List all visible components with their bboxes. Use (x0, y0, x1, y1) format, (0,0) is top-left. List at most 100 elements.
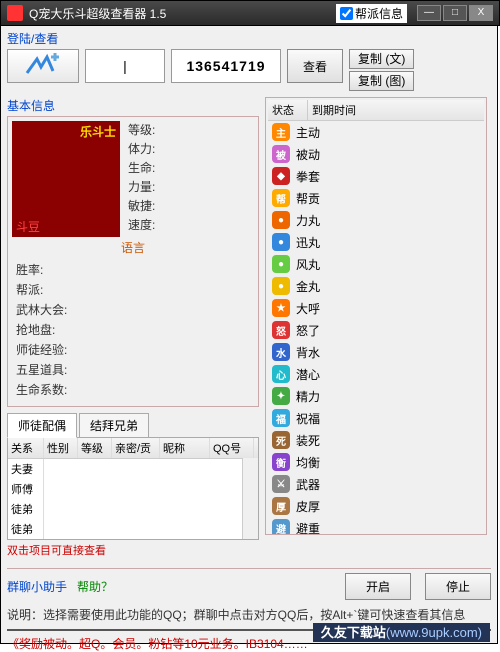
status-icon: ● (272, 233, 290, 251)
separator (7, 568, 491, 569)
table-row[interactable]: 师傅 (8, 479, 258, 499)
maximize-button[interactable]: □ (443, 5, 467, 21)
double-click-hint: 双击项目可直接查看 (7, 542, 259, 558)
basic-info-panel: 乐斗士 斗豆 等级: 体力: 生命: 力量: 敏捷: 速度: 语言 胜率: (7, 116, 259, 407)
field-hpcoef: 生命系数: (16, 380, 250, 400)
avatar-button[interactable] (7, 49, 79, 83)
table-row[interactable]: 夫妻 (8, 459, 258, 479)
gang-info-checkbox[interactable]: 帮派信息 (336, 4, 407, 23)
status-icon: 帮 (272, 189, 290, 207)
table-row[interactable]: 徒弟 (8, 519, 258, 539)
status-label: 主动 (296, 124, 320, 141)
qq-input-1[interactable] (85, 49, 165, 83)
stat-str: 力量: (128, 178, 155, 197)
status-header: 状态 到期时间 (268, 100, 484, 121)
table-scrollbar[interactable] (242, 458, 258, 539)
helper-label: 群聊小助手 (7, 578, 67, 595)
start-button[interactable]: 开启 (345, 573, 411, 600)
character-portrait: 乐斗士 斗豆 (12, 121, 120, 237)
status-item[interactable]: 帮帮贡 (268, 187, 484, 209)
status-panel: 状态 到期时间 主主动被被动◆拳套帮帮贡●力丸●迅丸●风丸●金丸★大呼怒怒了水背… (265, 97, 487, 535)
status-label: 迅丸 (296, 234, 320, 251)
field-fivestar: 五星道具: (16, 360, 250, 380)
help-link[interactable]: 帮助？ (77, 578, 113, 595)
status-label: 被动 (296, 146, 320, 163)
qq-input-2[interactable] (171, 49, 281, 83)
status-label: 帮贡 (296, 190, 320, 207)
stop-button[interactable]: 停止 (425, 573, 491, 600)
status-label: 均衡 (296, 454, 320, 471)
tab-mentor-spouse[interactable]: 师徒配偶 (7, 413, 77, 438)
status-item[interactable]: ● 迅丸 (268, 231, 484, 253)
status-icon: ⚔ (272, 475, 290, 493)
status-label: 祝福 (296, 410, 320, 427)
status-item[interactable]: ●金丸 (268, 275, 484, 297)
status-icon: ● (272, 277, 290, 295)
status-item[interactable]: ●力丸 (268, 209, 484, 231)
field-winrate: 胜率: (16, 260, 250, 280)
status-item[interactable]: 主主动 (268, 121, 484, 143)
status-label: 拳套 (296, 168, 320, 185)
top-row: 查看 复制 (文) 复制 (图) (7, 49, 491, 91)
status-label: 怒了 (296, 322, 320, 339)
status-item[interactable]: 怒怒了 (268, 319, 484, 341)
basic-info-label: 基本信息 (7, 97, 259, 114)
helper-row: 群聊小助手 帮助？ 开启 停止 (7, 573, 491, 600)
login-section-label: 登陆/查看 (7, 30, 491, 47)
status-icon: 死 (272, 431, 290, 449)
copy-image-button[interactable]: 复制 (图) (349, 71, 414, 91)
content-area: 登陆/查看 查看 复制 (文) 复制 (图) 基本信息 乐斗士 斗豆 等级: (0, 26, 498, 644)
status-item[interactable]: 水背水 (268, 341, 484, 363)
status-label: 背水 (296, 344, 320, 361)
status-item[interactable]: ✦精力 (268, 385, 484, 407)
status-item[interactable]: 避避重 (268, 517, 484, 535)
status-icon: ★ (272, 299, 290, 317)
relation-tabs: 师徒配偶 结拜兄弟 (7, 413, 259, 438)
status-item[interactable]: 心潜心 (268, 363, 484, 385)
portrait-sub: 斗豆 (16, 218, 40, 235)
status-icon: 被 (272, 145, 290, 163)
status-item[interactable]: 被被动 (268, 143, 484, 165)
status-label: 装死 (296, 432, 320, 449)
status-icon: 厚 (272, 497, 290, 515)
window-title: Q宠大乐斗超级查看器 1.5 (29, 5, 336, 22)
site-link[interactable]: 久友下载站(www.9upk.com) (313, 623, 490, 642)
status-item[interactable]: ◆拳套 (268, 165, 484, 187)
field-turf: 抢地盘: (16, 320, 250, 340)
stat-agi: 敏捷: (128, 197, 155, 216)
stat-stamina: 体力: (128, 140, 155, 159)
status-item[interactable]: 厚皮厚 (268, 495, 484, 517)
status-icon: 水 (272, 343, 290, 361)
view-button[interactable]: 查看 (287, 49, 343, 83)
status-item[interactable]: 福祝福 (268, 407, 484, 429)
status-icon: 衡 (272, 453, 290, 471)
status-label: 风丸 (296, 256, 320, 273)
site-link-wrap: 久友下载站(www.9upk.com) (313, 622, 490, 641)
status-item[interactable]: ★ 大呼 (268, 297, 484, 319)
stat-hp: 生命: (128, 159, 155, 178)
status-icon: 福 (272, 409, 290, 427)
field-gang: 帮派: (16, 280, 250, 300)
field-wulin: 武林大会: (16, 300, 250, 320)
main-area: 基本信息 乐斗士 斗豆 等级: 体力: 生命: 力量: 敏捷: 速度: (7, 97, 491, 564)
status-icon: 避 (272, 519, 290, 535)
status-item[interactable]: ●风丸 (268, 253, 484, 275)
titlebar: Q宠大乐斗超级查看器 1.5 帮派信息 — □ X (0, 0, 500, 26)
table-row[interactable]: 徒弟 (8, 499, 258, 519)
status-label: 大呼 (296, 300, 320, 317)
status-label: 皮厚 (296, 498, 320, 515)
relation-header: 关系 性别 等级 亲密/贡 昵称 QQ号 (8, 438, 258, 459)
status-item[interactable]: ⚔武器 (268, 473, 484, 495)
language-label: 语言 (12, 239, 254, 256)
stat-level: 等级: (128, 121, 155, 140)
tab-sworn-brothers[interactable]: 结拜兄弟 (79, 413, 149, 437)
close-button[interactable]: X (469, 5, 493, 21)
helper-description: 说明：选择需要使用此功能的QQ；群聊中点击对方QQ后，按Alt+`键可快速查看其… (7, 606, 491, 623)
status-item[interactable]: 死装死 (268, 429, 484, 451)
copy-text-button[interactable]: 复制 (文) (349, 49, 414, 69)
relation-table: 关系 性别 等级 亲密/贡 昵称 QQ号 夫妻 师傅 徒弟 徒弟 (7, 438, 259, 540)
gang-info-check[interactable] (340, 7, 353, 20)
info-list: 胜率: 帮派: 武林大会: 抢地盘: 师徒经验: 五星道具: 生命系数: (12, 258, 254, 402)
minimize-button[interactable]: — (417, 5, 441, 21)
status-item[interactable]: 衡均衡 (268, 451, 484, 473)
